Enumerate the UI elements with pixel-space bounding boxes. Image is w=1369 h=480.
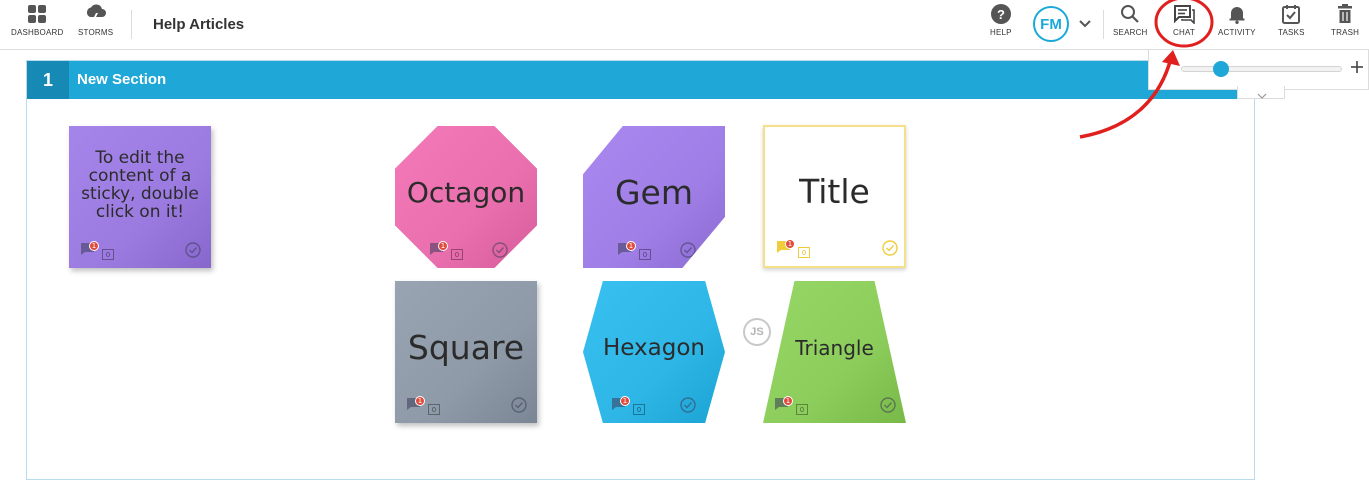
comment-count-badge: 1: [626, 241, 636, 251]
check-circle-icon[interactable]: [882, 240, 898, 260]
zoom-panel: [1148, 50, 1369, 90]
zoom-collapse-tab[interactable]: [1237, 86, 1285, 99]
section-number: 1: [27, 61, 69, 99]
tasks-label: TASKS: [1278, 28, 1305, 37]
task-count[interactable]: 0: [428, 404, 440, 415]
divider: [131, 10, 132, 39]
comment-count-badge: 1: [783, 396, 793, 406]
sticky-note[interactable]: Square 1 0: [395, 281, 537, 423]
sticky-text: Hexagon: [603, 334, 705, 361]
storms-icon: [85, 4, 107, 24]
help-label: HELP: [990, 28, 1012, 37]
storms-button[interactable]: STORMS: [78, 4, 113, 37]
dashboard-icon: [27, 4, 47, 24]
divider: [1103, 10, 1104, 39]
search-button[interactable]: SEARCH: [1113, 4, 1148, 37]
section-title[interactable]: New Section: [77, 71, 166, 88]
tasks-button[interactable]: TASKS: [1278, 4, 1305, 37]
zoom-slider[interactable]: [1181, 61, 1342, 77]
sticky-text: Square: [407, 327, 525, 367]
avatar[interactable]: FM: [1033, 6, 1069, 42]
chevron-down-icon[interactable]: [1078, 16, 1092, 35]
task-count[interactable]: 0: [633, 404, 645, 415]
check-circle-icon[interactable]: [680, 397, 696, 417]
activity-button[interactable]: ACTIVITY: [1218, 4, 1256, 37]
activity-label: ACTIVITY: [1218, 28, 1256, 37]
chat-icon: [1173, 4, 1195, 24]
sticky-text: Octagon: [406, 176, 526, 210]
sticky-note[interactable]: Hexagon 1 0: [583, 281, 725, 423]
comment-count-badge: 1: [785, 239, 795, 249]
chat-button[interactable]: CHAT: [1173, 4, 1195, 37]
help-icon: ?: [990, 4, 1011, 24]
sticky-text: Gem: [614, 172, 694, 212]
trash-icon: [1335, 4, 1355, 24]
task-count[interactable]: 0: [796, 404, 808, 415]
top-bar: DASHBOARD STORMS Help Articles ? HELP FM…: [0, 0, 1369, 50]
task-count[interactable]: 0: [639, 249, 651, 260]
storms-label: STORMS: [78, 28, 114, 37]
plus-icon[interactable]: [1350, 60, 1364, 79]
activity-icon: [1227, 4, 1247, 24]
sticky-note[interactable]: Title 1 0: [763, 125, 906, 268]
comment-count-badge: 1: [89, 241, 99, 251]
check-circle-icon[interactable]: [185, 242, 201, 262]
comment-count-badge: 1: [620, 396, 630, 406]
dashboard-label: DASHBOARD: [11, 28, 64, 37]
search-label: SEARCH: [1113, 28, 1148, 37]
sticky-text: Triangle: [795, 335, 874, 360]
check-circle-icon[interactable]: [880, 397, 896, 417]
section-header[interactable]: 1 New Section: [27, 61, 1254, 99]
check-circle-icon[interactable]: [511, 397, 527, 417]
search-icon: [1120, 4, 1140, 24]
task-count[interactable]: 0: [798, 247, 810, 258]
trash-button[interactable]: TRASH: [1331, 4, 1359, 37]
sticky-note[interactable]: To edit the content of a sticky, double …: [69, 126, 211, 268]
sticky-text: To edit the content of a sticky, double …: [81, 148, 199, 222]
svg-text:?: ?: [997, 7, 1005, 22]
chat-label: CHAT: [1173, 28, 1195, 37]
tasks-icon: [1281, 4, 1301, 24]
task-count[interactable]: 0: [451, 249, 463, 260]
page-title: Help Articles: [153, 16, 245, 33]
chevron-down-icon: [1257, 87, 1267, 105]
zoom-slider-handle[interactable]: [1212, 61, 1229, 77]
dashboard-button[interactable]: DASHBOARD: [11, 4, 63, 37]
help-button[interactable]: ? HELP: [990, 4, 1012, 37]
comment-count-badge: 1: [415, 396, 425, 406]
trash-label: TRASH: [1331, 28, 1360, 37]
sticky-text: Title: [799, 172, 870, 212]
task-count[interactable]: 0: [102, 249, 114, 260]
js-avatar[interactable]: JS: [743, 318, 771, 346]
comment-count-badge: 1: [438, 241, 448, 251]
